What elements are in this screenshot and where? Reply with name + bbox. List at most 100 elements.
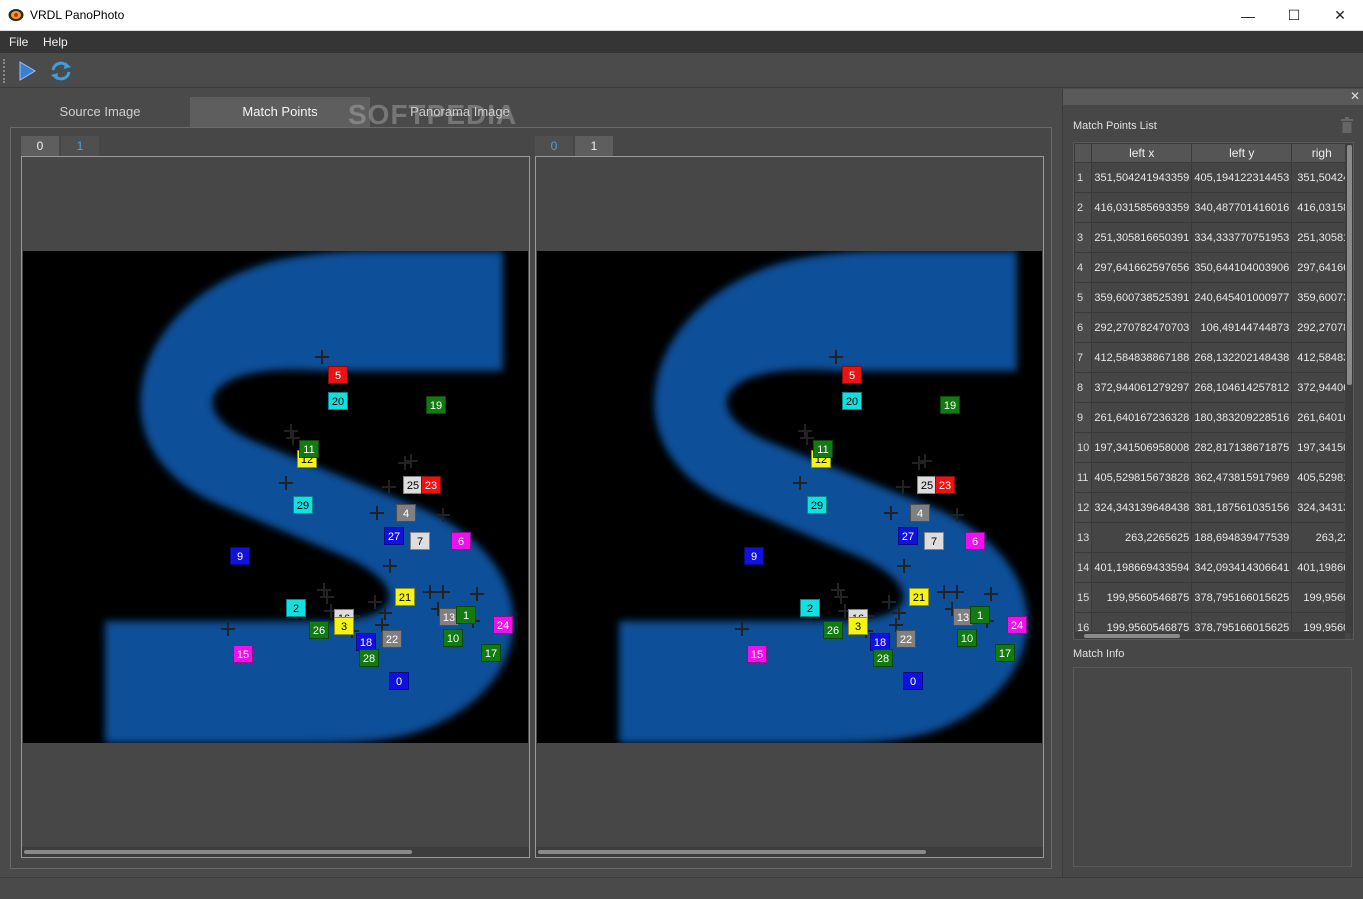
table-cell[interactable]: 351,50424 (1291, 162, 1353, 193)
table-row[interactable]: 7 412,584838867188 268,132202148438 412,584… (1074, 342, 1353, 373)
match-point-marker[interactable]: 5 (328, 366, 348, 384)
table-cell[interactable]: 297,641662597656 (1091, 252, 1193, 283)
table-cell[interactable]: 282,817138671875 (1191, 432, 1293, 463)
match-point-crosshair[interactable] (735, 622, 749, 636)
table-row[interactable]: 5 359,600738525391 240,645401000977 359,600… (1074, 282, 1353, 313)
table-row[interactable]: 11 405,529815673828 362,473815917969 405,52… (1074, 462, 1353, 493)
match-point-marker[interactable]: 9 (744, 547, 764, 565)
tab-source-image[interactable]: Source Image (10, 97, 190, 127)
match-point-marker[interactable]: 0 (389, 672, 409, 690)
match-point-marker[interactable]: 23 (421, 476, 441, 494)
match-point-marker[interactable]: 19 (940, 396, 960, 414)
table-cell[interactable]: 405,529815673828 (1091, 462, 1193, 493)
match-point-marker[interactable]: 21 (909, 588, 929, 606)
table-cell[interactable]: 268,132202148438 (1191, 342, 1293, 373)
table-cell[interactable]: 350,644104003906 (1191, 252, 1293, 283)
match-point-marker[interactable]: 2 (286, 599, 306, 617)
table-cell[interactable]: 359,60073 (1291, 282, 1353, 313)
table-cell[interactable]: 106,49144744873 (1191, 312, 1293, 343)
table-cell[interactable]: 372,944061279297 (1091, 372, 1193, 403)
table-cell[interactable]: 180,383209228516 (1191, 402, 1293, 433)
trash-icon[interactable] (1340, 117, 1354, 133)
match-point-crosshair[interactable] (918, 454, 932, 468)
table-row[interactable]: 14 401,198669433594 342,093414306641 401,19… (1074, 552, 1353, 583)
match-point-marker[interactable]: 5 (842, 366, 862, 384)
match-point-crosshair[interactable] (937, 585, 951, 599)
match-point-crosshair[interactable] (423, 585, 437, 599)
table-row[interactable]: 6 292,270782470703 106,49144744873 292,2707… (1074, 312, 1353, 343)
match-point-marker[interactable]: 23 (935, 476, 955, 494)
match-point-marker[interactable]: 22 (382, 630, 402, 648)
column-header-left-x[interactable]: left x (1091, 143, 1193, 163)
table-cell[interactable]: 324,34313 (1291, 492, 1353, 523)
match-point-marker[interactable]: 2 (800, 599, 820, 617)
match-point-marker[interactable]: 27 (384, 527, 404, 545)
match-point-marker[interactable]: 9 (230, 547, 250, 565)
match-point-crosshair[interactable] (436, 585, 450, 599)
table-row[interactable]: 1 351,504241943359 405,194122314453 351,504… (1074, 162, 1353, 193)
match-point-marker[interactable]: 29 (293, 496, 313, 514)
toolbar-grip[interactable] (3, 59, 5, 83)
match-point-marker[interactable]: 17 (481, 644, 501, 662)
match-point-marker[interactable]: 7 (410, 532, 430, 550)
match-point-crosshair[interactable] (436, 508, 450, 522)
match-point-marker[interactable]: 6 (451, 532, 471, 550)
match-point-marker[interactable]: 29 (807, 496, 827, 514)
match-point-marker[interactable]: 10 (957, 629, 977, 647)
match-point-marker[interactable]: 15 (747, 645, 767, 663)
match-point-marker[interactable]: 10 (443, 629, 463, 647)
tab-match-points[interactable]: Match Points (190, 97, 370, 127)
table-cell[interactable]: 240,645401000977 (1191, 282, 1293, 313)
table-cell[interactable]: 251,305816650391 (1091, 222, 1193, 253)
match-point-crosshair[interactable] (404, 454, 418, 468)
table-row[interactable]: 2 416,031585693359 340,487701416016 416,031… (1074, 192, 1353, 223)
match-point-crosshair[interactable] (320, 590, 334, 604)
table-cell[interactable]: 263,22 (1291, 522, 1353, 553)
match-point-crosshair[interactable] (800, 431, 814, 445)
table-row[interactable]: 8 372,944061279297 268,104614257812 372,944… (1074, 372, 1353, 403)
match-point-marker[interactable]: 17 (995, 644, 1015, 662)
table-cell[interactable]: 381,187561035156 (1191, 492, 1293, 523)
right-view-tab-1[interactable]: 1 (575, 136, 613, 156)
table-cell[interactable]: 199,9560546875 (1091, 582, 1193, 613)
match-point-marker[interactable]: 22 (896, 630, 916, 648)
match-point-crosshair[interactable] (286, 431, 300, 445)
table-cell[interactable]: 351,504241943359 (1091, 162, 1193, 193)
table-row[interactable]: 13 263,2265625 188,694839477539 263,22 (1074, 522, 1353, 553)
column-header-right-x[interactable]: righ (1291, 143, 1353, 163)
menu-file[interactable]: File (9, 35, 28, 49)
match-point-marker[interactable]: 11 (813, 440, 833, 458)
table-cell[interactable]: 405,194122314453 (1191, 162, 1293, 193)
panel-close-icon[interactable]: ✕ (1350, 89, 1360, 103)
table-cell[interactable]: 292,270782470703 (1091, 312, 1193, 343)
match-point-marker[interactable]: 20 (328, 392, 348, 410)
match-point-marker[interactable]: 24 (493, 616, 513, 634)
table-cell[interactable]: 405,52981 (1291, 462, 1353, 493)
match-point-crosshair[interactable] (382, 480, 396, 494)
match-point-crosshair[interactable] (829, 350, 843, 364)
match-point-marker[interactable]: 4 (910, 504, 930, 522)
table-cell[interactable]: 197,341506958008 (1091, 432, 1193, 463)
table-vertical-scrollbar[interactable] (1345, 143, 1353, 633)
refresh-icon[interactable] (48, 58, 74, 84)
match-point-crosshair[interactable] (793, 476, 807, 490)
match-point-marker[interactable]: 6 (965, 532, 985, 550)
table-row[interactable]: 10 197,341506958008 282,817138671875 197,34… (1074, 432, 1353, 463)
left-horizontal-scrollbar[interactable] (22, 847, 529, 857)
table-cell[interactable]: 378,795166015625 (1191, 582, 1293, 613)
match-point-crosshair[interactable] (370, 506, 384, 520)
table-cell[interactable]: 340,487701416016 (1191, 192, 1293, 223)
table-row[interactable]: 15 199,9560546875 378,795166015625 199,9560 (1074, 582, 1353, 613)
match-point-crosshair[interactable] (950, 508, 964, 522)
table-cell[interactable]: 412,584838867188 (1091, 342, 1193, 373)
left-image-canvas[interactable]: 5201912252329427769212162631312418221015… (23, 251, 528, 743)
menu-help[interactable]: Help (43, 35, 68, 49)
match-point-marker[interactable]: 25 (403, 476, 423, 494)
right-view-tab-0[interactable]: 0 (535, 136, 573, 156)
table-cell[interactable]: 292,27078 (1291, 312, 1353, 343)
match-point-marker[interactable]: 7 (924, 532, 944, 550)
match-point-crosshair[interactable] (884, 506, 898, 520)
table-cell[interactable]: 372,94406 (1291, 372, 1353, 403)
match-point-marker[interactable]: 3 (848, 617, 868, 635)
table-cell[interactable]: 342,093414306641 (1191, 552, 1293, 583)
